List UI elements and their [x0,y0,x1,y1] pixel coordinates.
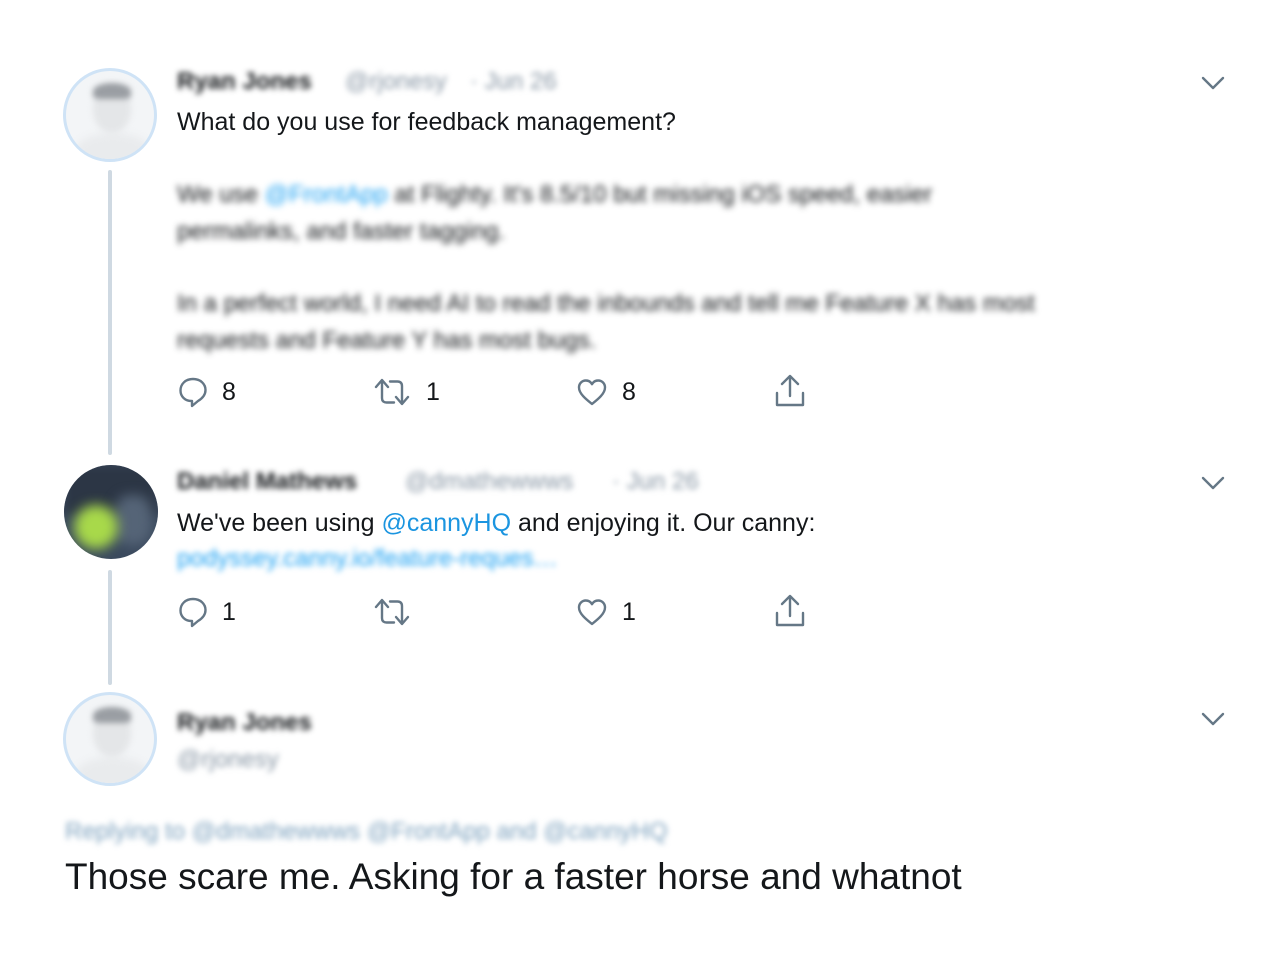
share-button[interactable] [773,374,807,408]
like-count: 8 [622,377,636,406]
reply-count: 8 [222,377,236,406]
thread-line [108,170,112,455]
reply-button[interactable]: 1 [178,595,236,629]
avatar[interactable] [63,692,157,786]
chevron-down-icon[interactable] [1200,710,1226,728]
tweet-date[interactable]: · Jun 26 [612,468,699,496]
reply-count: 1 [222,597,236,626]
author-handle[interactable]: @dmathewwws [405,468,573,496]
retweet-icon [374,378,410,406]
tweet-continuation-line: requests and Feature Y has most bugs. [177,327,597,354]
author-name[interactable]: Daniel Mathews [177,468,357,496]
reply-button[interactable]: 8 [178,375,236,409]
share-icon [775,374,805,407]
chevron-down-icon[interactable] [1200,74,1226,92]
heart-icon [577,379,607,406]
replying-to[interactable]: Replying to @dmathewwws @FrontApp and @c… [65,818,668,846]
reply-icon [179,597,207,628]
heart-icon [577,599,607,626]
mention-link[interactable]: @cannyHQ [381,509,511,537]
tweet-date[interactable]: · Jun 26 [470,68,557,96]
author-handle[interactable]: @rjonesy [345,68,447,96]
reply-icon [179,377,207,408]
tweet-text: What do you use for feedback management? [177,108,676,136]
tweet-text: We've been using @cannyHQ and enjoying i… [177,509,816,537]
tweet-continuation-line: permalinks, and faster tagging. [177,218,506,245]
author-name[interactable]: Ryan Jones [177,709,312,737]
tweet-continuation-line: In a perfect world, I need AI to read th… [177,290,1035,317]
avatar[interactable] [63,68,157,162]
retweet-icon [374,598,410,626]
chevron-down-icon[interactable] [1200,474,1226,492]
retweet-button[interactable] [372,595,426,629]
thread-line [108,570,112,685]
tweet-text: Those scare me. Asking for a faster hors… [65,856,962,897]
share-button[interactable] [773,594,807,628]
like-count: 1 [622,597,636,626]
like-button[interactable]: 1 [576,595,636,629]
retweet-count: 1 [426,377,440,406]
author-handle[interactable]: @rjonesy [177,746,279,774]
tweet-continuation-line: We use @FrontApp at Flighty. It's 8.5/10… [177,181,933,208]
author-name[interactable]: Ryan Jones [177,68,312,96]
like-button[interactable]: 8 [576,375,636,409]
share-icon [775,594,805,627]
avatar[interactable] [64,465,158,559]
tweet-link[interactable]: podyssey.canny.io/feature-reques… [177,545,558,573]
retweet-button[interactable]: 1 [372,375,440,409]
